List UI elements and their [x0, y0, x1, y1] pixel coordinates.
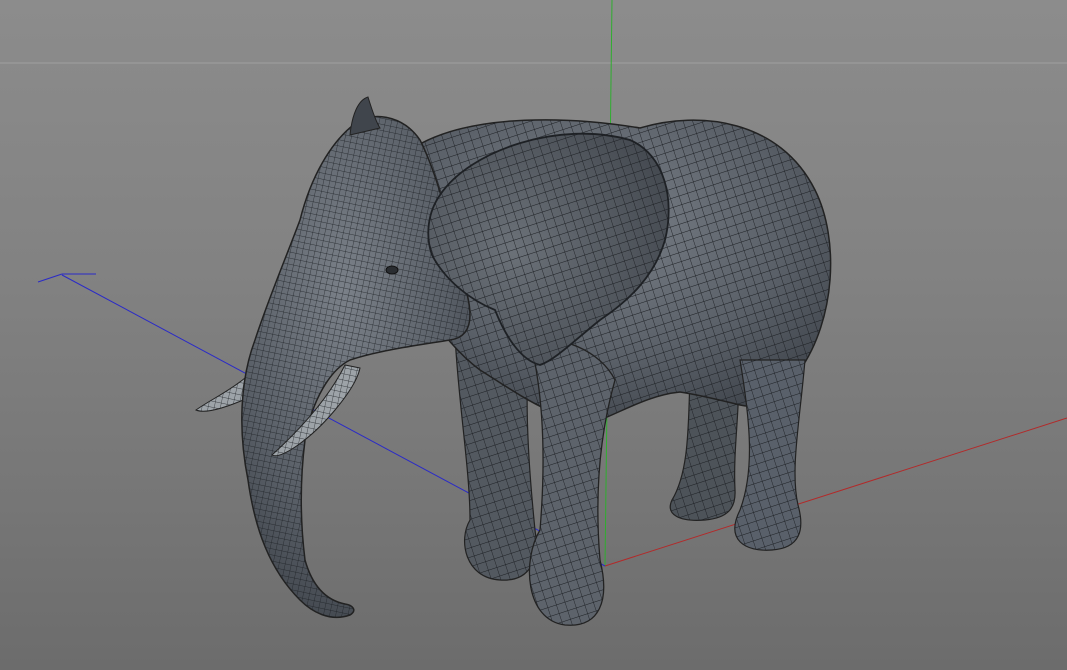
axis-x-line	[604, 417, 1067, 567]
elephant-model[interactable]	[194, 96, 832, 626]
elephant-eye	[385, 265, 399, 275]
near-hind-leg	[734, 359, 806, 551]
3d-viewport[interactable]	[0, 0, 1067, 670]
near-front-leg	[528, 338, 616, 626]
far-tusk	[194, 377, 249, 412]
axis-z-tick	[37, 273, 63, 283]
